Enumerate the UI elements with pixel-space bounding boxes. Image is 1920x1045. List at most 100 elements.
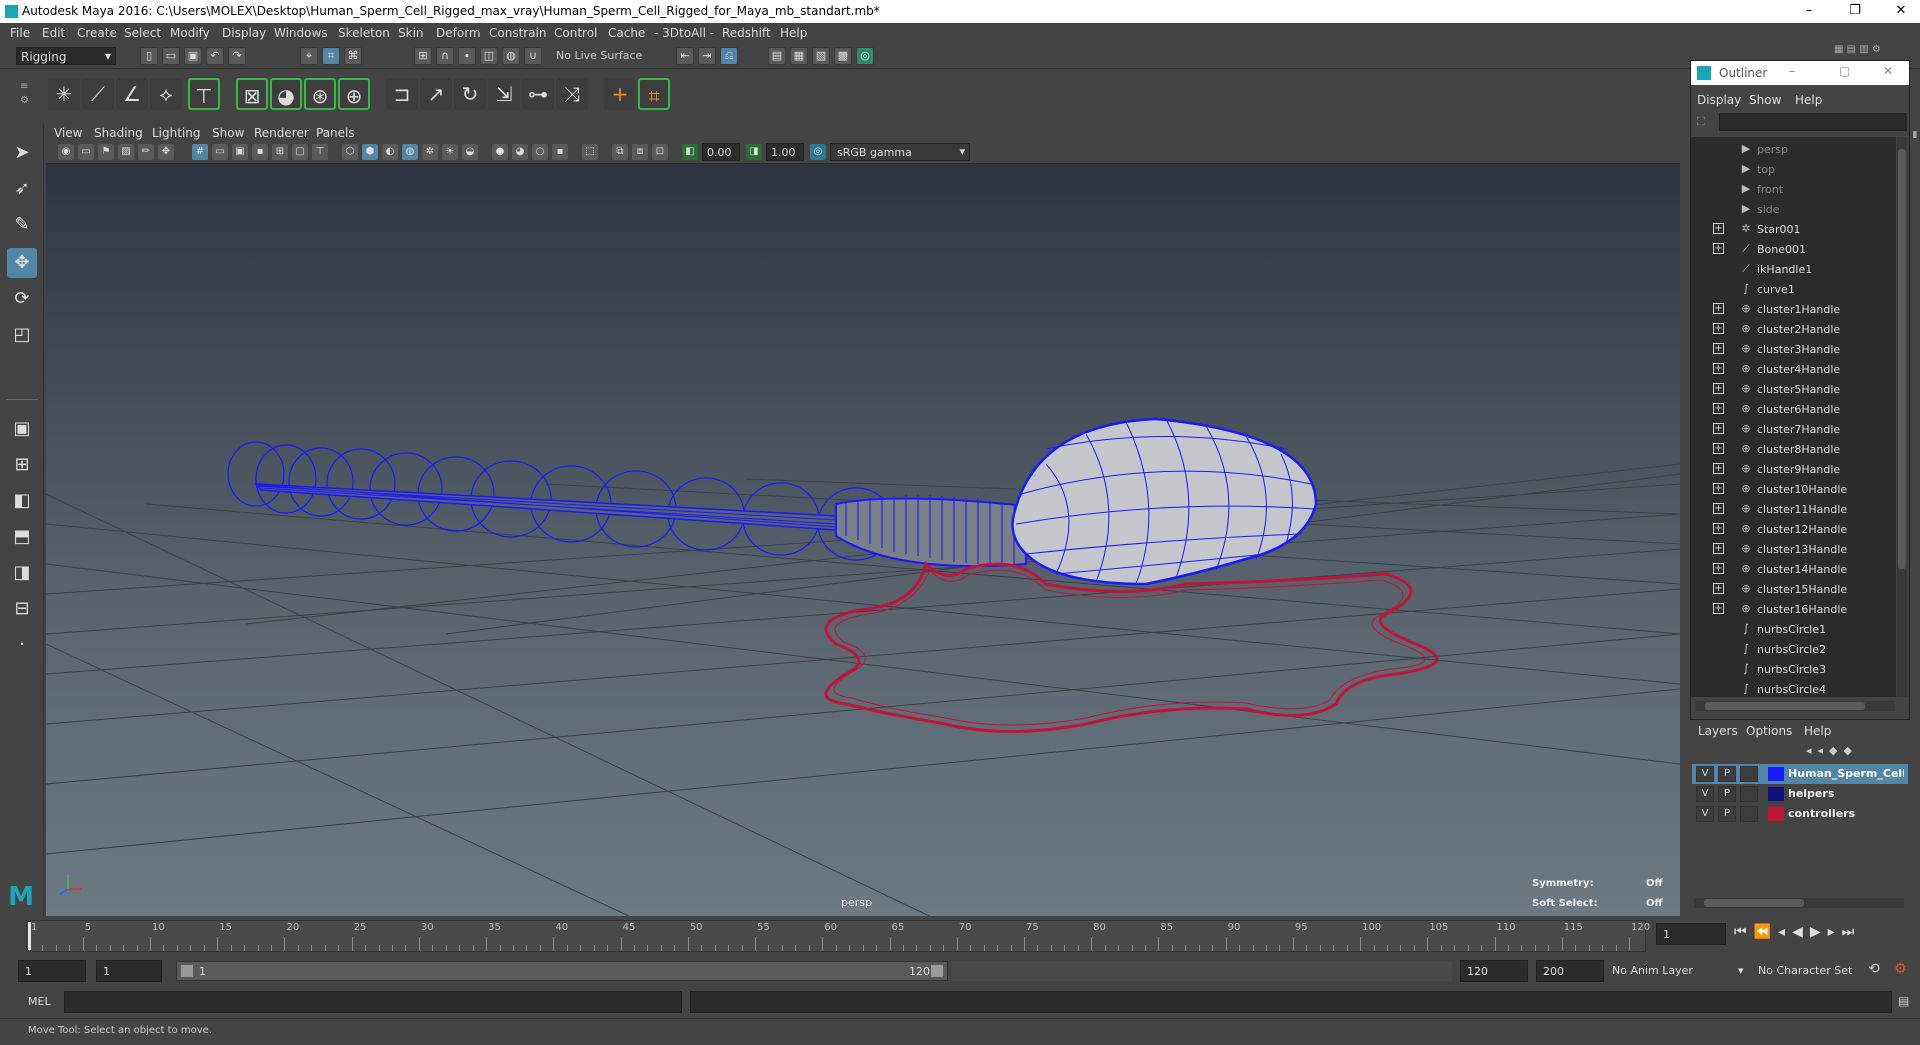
- reference-toggle[interactable]: [1740, 786, 1758, 802]
- animation-prefs-icon[interactable]: ⚙: [1894, 961, 1914, 981]
- expand-plus-icon[interactable]: +: [1713, 403, 1724, 414]
- outliner-vertical-scrollbar[interactable]: [1897, 137, 1907, 697]
- scale-constraint-icon[interactable]: ⇲: [488, 78, 520, 110]
- persp-graph-layout-icon[interactable]: ⬒: [7, 522, 37, 552]
- colorspace-dropdown[interactable]: sRGB gamma ▾: [830, 143, 970, 161]
- playback-start-field[interactable]: 1: [96, 960, 162, 982]
- playback-toggle[interactable]: P: [1718, 766, 1736, 782]
- outliner-item[interactable]: + ⊕ cluster11Handle: [1691, 499, 1896, 519]
- character-set-dropdown[interactable]: No Character Set: [1758, 964, 1868, 977]
- scrollbar-thumb[interactable]: [1898, 149, 1906, 569]
- layer-row[interactable]: V Phelpers: [1692, 784, 1908, 804]
- layer-color-swatch[interactable]: [1768, 787, 1784, 801]
- wireframe-on-shaded-icon[interactable]: ◍: [402, 144, 418, 160]
- expand-plus-icon[interactable]: +: [1713, 563, 1724, 574]
- depth-of-field-icon[interactable]: ▪: [552, 144, 568, 160]
- layers-menu-help[interactable]: Help: [1804, 724, 1831, 738]
- expand-plus-icon[interactable]: +: [1713, 423, 1724, 434]
- menu-help[interactable]: Help: [780, 26, 807, 40]
- safe-action-icon[interactable]: ▢: [292, 144, 308, 160]
- outliner-item[interactable]: + ⊕ cluster8Handle: [1691, 439, 1896, 459]
- parent-constraint-icon[interactable]: ⊶: [522, 78, 554, 110]
- auto-key-icon[interactable]: ⟲: [1868, 961, 1888, 981]
- reference-toggle[interactable]: [1740, 806, 1758, 822]
- single-perspective-layout-icon[interactable]: ▣: [7, 414, 37, 444]
- command-language-label[interactable]: MEL: [28, 995, 51, 1008]
- workspace-icons[interactable]: ▦ ▤ ▥ ⚙: [1834, 44, 1914, 58]
- live-surface-label[interactable]: No Live Surface: [556, 49, 642, 62]
- default-material-icon[interactable]: ◐: [382, 144, 398, 160]
- layers-menu-layers[interactable]: Layers: [1698, 724, 1738, 738]
- select-object-icon[interactable]: ⌗: [322, 47, 340, 65]
- save-scene-icon[interactable]: ▣: [184, 47, 202, 65]
- smooth-shade-icon[interactable]: ⬢: [362, 144, 378, 160]
- outliner-item[interactable]: + ⊕ cluster6Handle: [1691, 399, 1896, 419]
- menu-redshift[interactable]: Redshift: [722, 26, 771, 40]
- reference-toggle[interactable]: [1740, 766, 1758, 782]
- camera-attributes-icon[interactable]: ▭: [78, 144, 94, 160]
- use-all-lights-icon[interactable]: ☀: [442, 144, 458, 160]
- animation-start-field[interactable]: 1: [18, 960, 86, 982]
- range-slider-track[interactable]: [952, 961, 1452, 981]
- hypershade-icon[interactable]: ◎: [856, 47, 874, 65]
- xray-icon[interactable]: ⧉: [612, 144, 628, 160]
- textured-icon[interactable]: ✲: [422, 144, 438, 160]
- go-to-start-icon[interactable]: ⏮: [1734, 924, 1754, 940]
- gamma-field[interactable]: 1.00: [766, 143, 804, 161]
- undo-icon[interactable]: ↶: [206, 47, 224, 65]
- output-ops-icon[interactable]: ⇥: [698, 47, 716, 65]
- current-frame-field[interactable]: 1: [1656, 923, 1726, 945]
- snap-curve-icon[interactable]: ∩: [436, 47, 454, 65]
- outliner-item[interactable]: ∫ nurbsCircle4: [1691, 679, 1896, 699]
- side-tab-strip[interactable]: ▮: [1910, 130, 1920, 390]
- layer-row[interactable]: V Pcontrollers: [1692, 804, 1908, 824]
- visibility-toggle[interactable]: V: [1696, 786, 1714, 802]
- cluster-tool-icon[interactable]: ⌗: [638, 78, 670, 110]
- lasso-tool-icon[interactable]: ➶: [7, 174, 37, 204]
- menu-control[interactable]: Control: [554, 26, 597, 40]
- shelf-menu-icon[interactable]: ≡ ⚙: [20, 80, 30, 110]
- outliner-item[interactable]: ∫ curve1: [1691, 279, 1896, 299]
- shadows-icon[interactable]: ◒: [462, 144, 478, 160]
- locator-icon[interactable]: +: [604, 78, 636, 110]
- menu-cache[interactable]: Cache: [608, 26, 645, 40]
- menu-file[interactable]: File: [10, 26, 30, 40]
- motion-blur-icon[interactable]: ◕: [512, 144, 528, 160]
- magnet-icon[interactable]: ∪: [524, 47, 542, 65]
- layers-horizontal-scrollbar[interactable]: [1694, 898, 1904, 908]
- close-button[interactable]: ✕: [1878, 0, 1920, 23]
- menu-display[interactable]: Display: [222, 26, 266, 40]
- panel-menu-view[interactable]: View: [54, 126, 82, 140]
- outliner-menu-help[interactable]: Help: [1795, 93, 1822, 107]
- outliner-item[interactable]: + ⊕ cluster2Handle: [1691, 319, 1896, 339]
- layer-arrow-icons[interactable]: ◂◂◆◆: [1806, 744, 1906, 760]
- menu-create[interactable]: Create: [77, 26, 117, 40]
- mirror-joint-icon[interactable]: ⟡: [150, 78, 182, 110]
- anti-aliasing-icon[interactable]: ○: [532, 144, 548, 160]
- outliner-item[interactable]: + ⊕ cluster14Handle: [1691, 559, 1896, 579]
- pole-vector-icon[interactable]: ⤨: [556, 78, 588, 110]
- image-plane-icon[interactable]: ▨: [118, 144, 134, 160]
- menu-edit[interactable]: Edit: [42, 26, 65, 40]
- scrollbar-thumb[interactable]: [1704, 899, 1804, 907]
- aim-constraint-icon[interactable]: ↗: [420, 78, 452, 110]
- panel-menu-shading[interactable]: Shading: [94, 126, 143, 140]
- snap-view-icon[interactable]: ◫: [480, 47, 498, 65]
- hypershade-layout-icon[interactable]: ◨: [7, 558, 37, 588]
- panel-menu-lighting[interactable]: Lighting: [152, 126, 201, 140]
- expand-plus-icon[interactable]: +: [1713, 223, 1724, 234]
- construction-history-icon[interactable]: ⎌: [720, 47, 738, 65]
- safe-title-icon[interactable]: ⊤: [312, 144, 328, 160]
- layout-options-icon[interactable]: ·: [7, 630, 37, 660]
- ik-spline-tool-icon[interactable]: ∠: [116, 78, 148, 110]
- outliner-item[interactable]: ▶ persp: [1691, 139, 1896, 159]
- outliner-item[interactable]: + ⊕ cluster7Handle: [1691, 419, 1896, 439]
- go-to-end-icon[interactable]: ⏭: [1842, 924, 1862, 940]
- visibility-toggle[interactable]: V: [1696, 766, 1714, 782]
- expand-plus-icon[interactable]: +: [1713, 583, 1724, 594]
- xray-components-icon[interactable]: ⊡: [652, 144, 668, 160]
- minimize-icon[interactable]: –: [1789, 64, 1795, 78]
- outliner-menu-display[interactable]: Display: [1697, 93, 1741, 107]
- paint-select-tool-icon[interactable]: ✎: [7, 210, 37, 240]
- playback-toggle[interactable]: P: [1718, 786, 1736, 802]
